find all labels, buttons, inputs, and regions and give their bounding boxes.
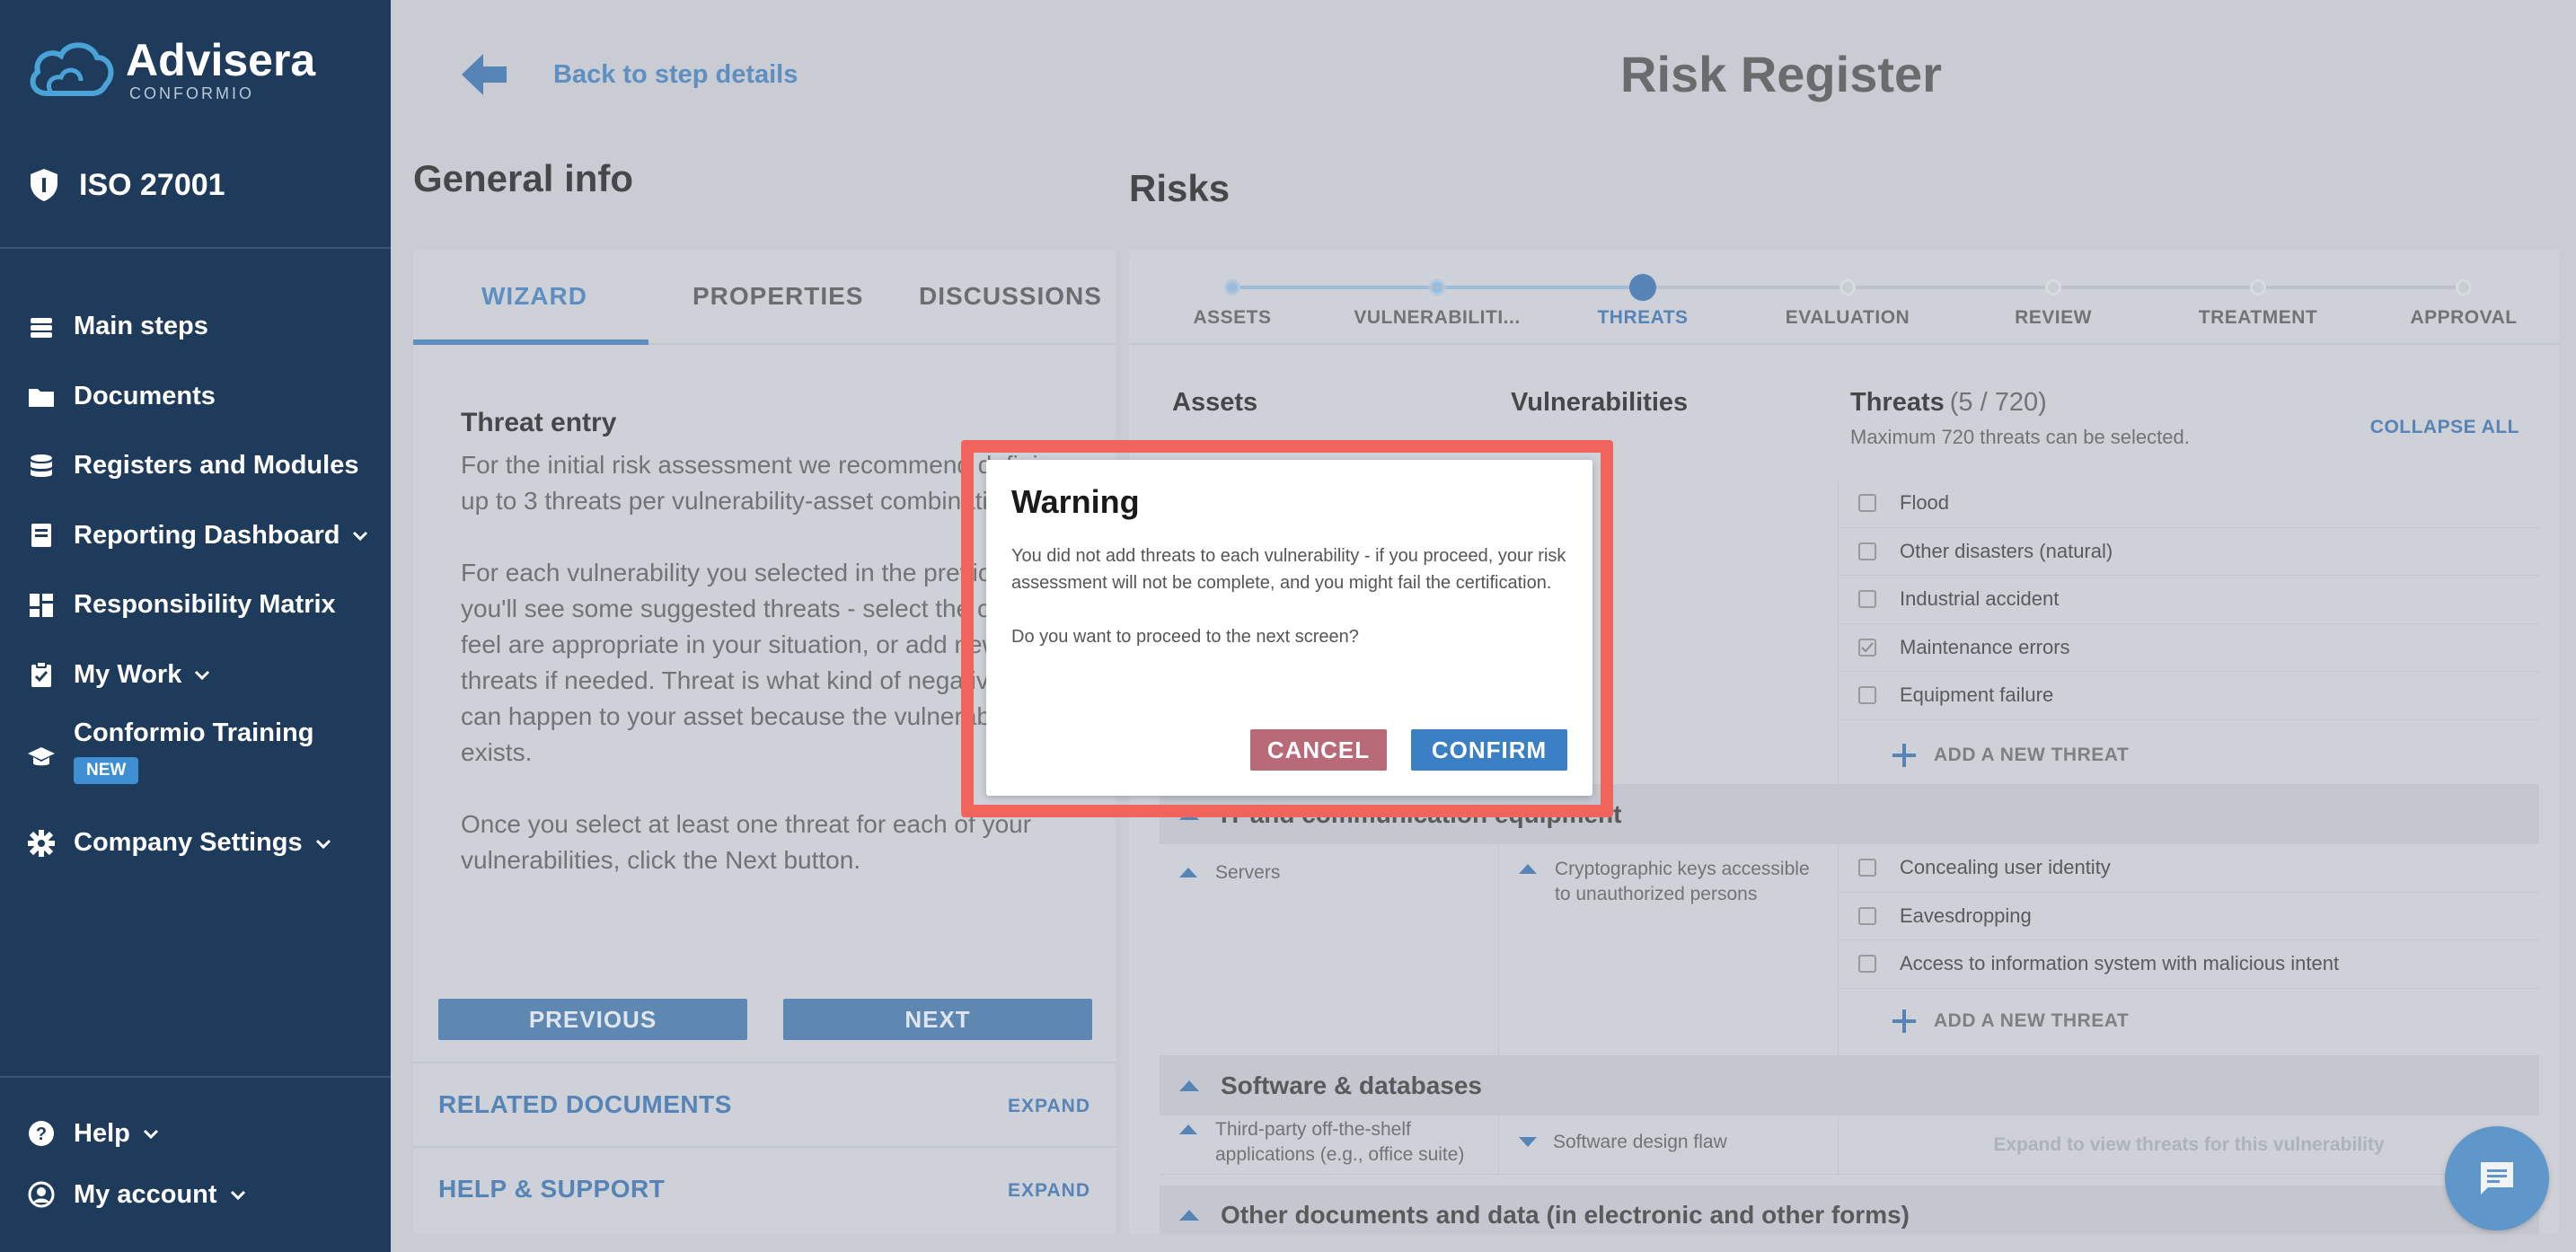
dialog-title: Warning <box>1011 483 1140 520</box>
svg-text:?: ? <box>36 1124 47 1144</box>
sidebar-item-help[interactable]: ? Help <box>27 1103 248 1164</box>
sidebar-item-responsibility[interactable]: Responsibility Matrix <box>27 570 370 640</box>
cloud-logo-icon <box>30 42 114 96</box>
chevron-down-icon <box>195 671 210 681</box>
standard-label: ISO 27001 <box>79 167 225 202</box>
dialog-message: You did not add threats to each vulnerab… <box>1011 546 1566 593</box>
user-circle-icon <box>28 1181 55 1208</box>
sidebar-item-company-settings[interactable]: Company Settings <box>27 808 370 878</box>
new-badge: NEW <box>74 757 139 784</box>
layers-icon <box>31 317 52 338</box>
standard-selector[interactable]: ISO 27001 <box>29 167 225 203</box>
sidebar-item-label: Registers and Modules <box>74 451 359 481</box>
sidebar-item-my-work[interactable]: My Work <box>27 640 370 710</box>
grid-icon <box>30 593 53 617</box>
advisera-logo[interactable]: Advisera CONFORMIO <box>25 34 315 106</box>
shield-icon <box>31 169 57 201</box>
folder-icon <box>29 389 54 408</box>
sidebar-item-training[interactable]: Conformio Training NEW <box>27 710 370 808</box>
sidebar-item-main-steps[interactable]: Main steps <box>27 292 370 362</box>
sidebar-divider <box>0 1076 391 1078</box>
warning-dialog: Warning You did not add threats to each … <box>986 460 1592 796</box>
database-icon <box>31 454 52 477</box>
sidebar-item-label: Reporting Dashboard <box>74 520 340 550</box>
sidebar-item-label: My Work <box>74 659 182 689</box>
sidebar-item-documents[interactable]: Documents <box>27 362 370 432</box>
sidebar-item-label: My account <box>74 1179 217 1209</box>
sidebar-item-label: Company Settings <box>74 828 303 858</box>
chevron-down-icon <box>353 532 368 542</box>
sidebar-item-label: Responsibility Matrix <box>74 590 336 620</box>
graduation-cap-icon <box>28 747 55 766</box>
cancel-button[interactable]: CANCEL <box>1250 729 1387 771</box>
brand-name: Advisera <box>126 34 316 85</box>
dialog-question: Do you want to proceed to the next scree… <box>1011 627 1359 647</box>
sidebar-divider <box>0 247 391 249</box>
question-circle-icon: ? <box>29 1121 54 1146</box>
sidebar-item-label: Conformio Training <box>74 719 314 747</box>
sidebar-item-label: Main steps <box>74 312 208 341</box>
sidebar-item-label: Help <box>74 1118 130 1148</box>
main-nav: Main steps Documents Registers and Modul… <box>27 292 370 878</box>
sidebar-item-registers[interactable]: Registers and Modules <box>27 431 370 501</box>
clipboard-icon <box>31 661 51 688</box>
chevron-down-icon <box>315 839 331 849</box>
sidebar-item-label: Documents <box>74 381 216 410</box>
report-icon <box>31 524 51 548</box>
gear-icon <box>28 829 55 857</box>
confirm-button[interactable]: CONFIRM <box>1411 729 1567 771</box>
chevron-down-icon <box>143 1129 158 1140</box>
sidebar: Advisera CONFORMIO ISO 27001 Main steps … <box>0 0 391 1252</box>
brand-sub: CONFORMIO <box>129 84 254 102</box>
sidebar-item-reporting[interactable]: Reporting Dashboard <box>27 501 370 571</box>
dialog-body: You did not add threats to each vulnerab… <box>1011 542 1577 677</box>
chevron-down-icon <box>230 1190 245 1201</box>
sidebar-item-my-account[interactable]: My account <box>27 1164 248 1225</box>
bottom-nav: ? Help My account <box>27 1103 248 1225</box>
